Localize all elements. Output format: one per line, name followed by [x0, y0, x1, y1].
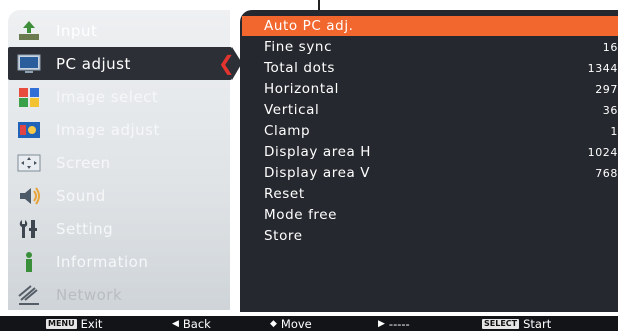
select-key-icon: SELECT — [482, 319, 520, 329]
back-hint-label: Back — [182, 317, 211, 331]
option-value: 768 — [595, 166, 618, 180]
option-total-dots[interactable]: Total dots 1344 — [264, 58, 618, 78]
option-label: Display area V — [264, 165, 371, 181]
start-hint-label: Start — [523, 317, 552, 331]
option-fine-sync[interactable]: Fine sync 16 — [264, 37, 618, 57]
next-hint: ▶ ----- — [378, 317, 410, 331]
up-down-arrow-icon: ◆ — [270, 319, 277, 329]
menu-item-label: Image select — [56, 87, 159, 106]
option-value: 1 — [610, 124, 618, 138]
screen-icon — [16, 151, 42, 175]
option-display-area-h[interactable]: Display area H 1024 — [264, 142, 618, 162]
option-reset[interactable]: Reset — [264, 184, 618, 204]
menu-item-image-adjust[interactable]: Image adjust — [8, 113, 230, 146]
option-auto-pc-adj[interactable]: Auto PC adj. — [242, 16, 618, 36]
option-clamp[interactable]: Clamp 1 — [264, 121, 618, 141]
option-store[interactable]: Store — [264, 226, 618, 246]
option-label: Mode free — [264, 207, 338, 223]
network-icon — [16, 283, 42, 307]
option-label: Total dots — [264, 60, 335, 76]
menu-item-label: PC adjust — [56, 54, 131, 73]
option-label: Vertical — [264, 102, 320, 118]
back-hint: ◀ Back — [172, 317, 211, 331]
menu-item-label: Network — [56, 285, 123, 304]
pc-adjust-icon — [16, 52, 42, 76]
menu-item-label: Information — [56, 252, 149, 271]
sound-icon — [16, 184, 42, 208]
option-value: 1024 — [587, 145, 618, 159]
menu-item-sound[interactable]: Sound — [8, 179, 230, 212]
menu-item-network[interactable]: Network — [8, 278, 230, 311]
option-label: Auto PC adj. — [264, 18, 354, 34]
exit-hint: MENU Exit — [46, 317, 102, 331]
option-value: 1344 — [587, 61, 618, 75]
option-label: Clamp — [264, 123, 311, 139]
menu-item-setting[interactable]: Setting — [8, 212, 230, 245]
main-menu: Input PC adjust ❮ Image select Image adj… — [8, 10, 242, 311]
option-value: 36 — [602, 103, 618, 117]
option-display-area-v[interactable]: Display area V 768 — [264, 163, 618, 183]
menu-item-label: Setting — [56, 219, 114, 238]
setting-icon — [16, 217, 42, 241]
option-horizontal[interactable]: Horizontal 297 — [264, 79, 618, 99]
option-value: 16 — [602, 40, 618, 54]
menu-item-pc-adjust[interactable]: PC adjust ❮ — [8, 47, 242, 80]
option-value: 297 — [595, 82, 618, 96]
pc-adjust-panel: Auto PC adj. Fine sync 16 Total dots 134… — [240, 10, 618, 312]
option-label: Reset — [264, 186, 305, 202]
menu-item-information[interactable]: Information — [8, 245, 230, 278]
option-label: Fine sync — [264, 39, 333, 55]
move-hint-label: Move — [280, 317, 312, 331]
menu-key-icon: MENU — [46, 319, 77, 329]
image-select-icon — [16, 85, 42, 109]
menu-item-label: Image adjust — [56, 120, 160, 139]
image-adjust-icon — [16, 118, 42, 142]
menu-item-label: Screen — [56, 153, 111, 172]
next-hint-label: ----- — [388, 317, 410, 331]
left-arrow-icon: ◀ — [172, 319, 179, 329]
option-label: Display area H — [264, 144, 371, 160]
option-vertical[interactable]: Vertical 36 — [264, 100, 618, 120]
right-arrow-icon: ▶ — [378, 319, 385, 329]
input-icon — [16, 19, 42, 43]
option-label: Horizontal — [264, 81, 339, 97]
option-label: Store — [264, 228, 303, 244]
menu-item-screen[interactable]: Screen — [8, 146, 230, 179]
option-mode-free[interactable]: Mode free — [264, 205, 618, 225]
information-icon — [16, 250, 42, 274]
exit-hint-label: Exit — [80, 317, 103, 331]
key-guide-bar: MENU Exit ◀ Back ◆ Move ▶ ----- SELECT S… — [0, 316, 618, 331]
move-hint: ◆ Move — [270, 317, 312, 331]
menu-item-input[interactable]: Input — [8, 14, 230, 47]
menu-item-label: Input — [56, 21, 98, 40]
menu-item-label: Sound — [56, 186, 106, 205]
start-hint: SELECT Start — [482, 317, 551, 331]
menu-item-image-select[interactable]: Image select — [8, 80, 230, 113]
